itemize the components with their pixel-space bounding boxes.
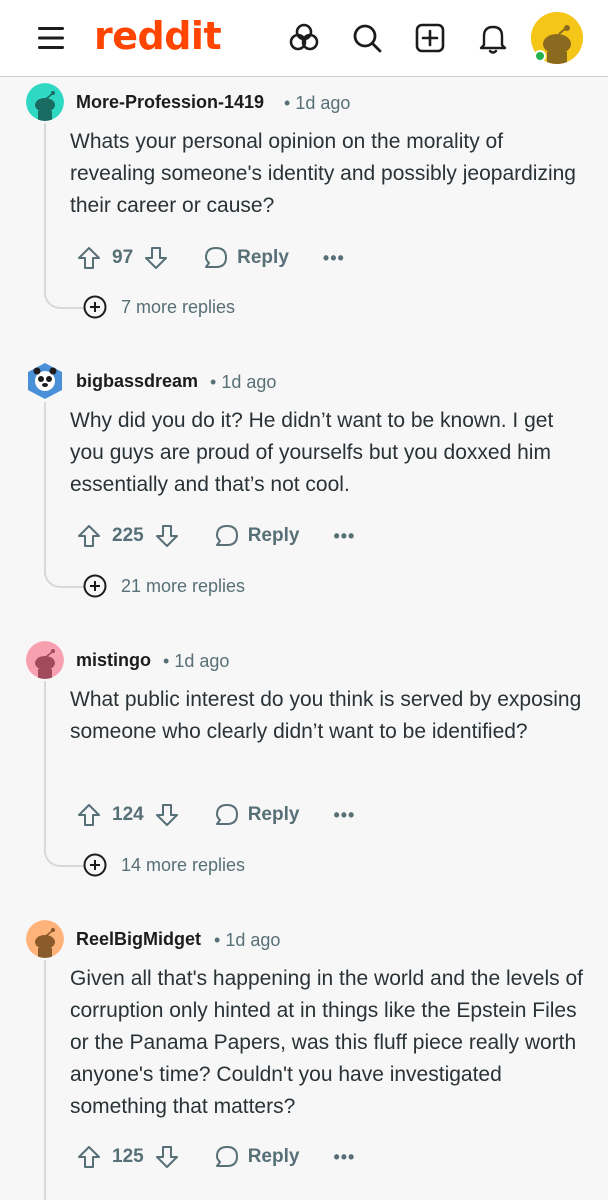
more-options-button[interactable]: •••: [333, 1148, 355, 1166]
expand-plus-icon: [83, 853, 107, 877]
notifications-icon[interactable]: [475, 20, 511, 56]
vote-count: 124: [112, 804, 144, 825]
online-status-dot: [534, 50, 546, 62]
upvote-icon[interactable]: [76, 1144, 102, 1170]
avatar[interactable]: [26, 641, 64, 679]
comment: bigbassdream • 1d ago Why did you do it?…: [0, 362, 608, 602]
search-icon[interactable]: [349, 20, 385, 56]
comment-author[interactable]: More-Profession-1419: [76, 92, 264, 113]
reddit-logo[interactable]: reddit: [94, 14, 222, 58]
comment-author[interactable]: mistingo: [76, 650, 151, 671]
avatar[interactable]: [26, 83, 64, 121]
top-app-bar: reddit: [0, 0, 608, 77]
reply-icon: [215, 804, 238, 825]
vote-count: 225: [112, 525, 144, 546]
comment: ReelBigMidget • 1d ago Given all that's …: [0, 920, 608, 1200]
reply-icon: [215, 525, 238, 546]
thread-connector: [44, 289, 84, 309]
thread-line[interactable]: [44, 960, 46, 1200]
more-replies-button[interactable]: 14 more replies: [83, 853, 245, 877]
vote-count: 125: [112, 1146, 144, 1167]
comment-body: Whats your personal opinion on the moral…: [70, 130, 576, 217]
menu-icon[interactable]: [36, 24, 66, 52]
more-replies-button[interactable]: 21 more replies: [83, 574, 245, 598]
downvote-icon[interactable]: [154, 802, 180, 828]
more-replies-button[interactable]: 7 more replies: [83, 295, 235, 319]
thread-line[interactable]: [44, 681, 46, 855]
comment-body: Why did you do it? He didn’t want to be …: [70, 409, 554, 496]
comment-author[interactable]: ReelBigMidget: [76, 929, 201, 950]
more-options-button[interactable]: •••: [323, 249, 345, 267]
comment: mistingo • 1d ago What public interest d…: [0, 641, 608, 881]
reply-button[interactable]: Reply: [214, 1144, 299, 1170]
reply-icon: [215, 1146, 238, 1167]
reply-icon: [205, 247, 228, 268]
reply-button[interactable]: Reply: [214, 523, 299, 549]
reply-button[interactable]: Reply: [214, 802, 299, 828]
comment-author[interactable]: bigbassdream: [76, 371, 198, 392]
explore-icon[interactable]: [286, 20, 322, 56]
avatar[interactable]: [26, 920, 64, 958]
thread-line[interactable]: [44, 402, 46, 576]
thread-connector: [44, 568, 84, 588]
more-options-button[interactable]: •••: [333, 806, 355, 824]
avatar[interactable]: [26, 362, 64, 400]
reply-button[interactable]: Reply: [203, 245, 289, 271]
vote-count: 97: [112, 247, 134, 268]
comment-timestamp: • 1d ago: [210, 372, 277, 392]
comment-body: Given all that's happening in the world …: [70, 967, 584, 1118]
downvote-icon[interactable]: [154, 523, 180, 549]
upvote-icon[interactable]: [76, 523, 102, 549]
downvote-icon[interactable]: [154, 1144, 180, 1170]
thread-connector: [44, 847, 84, 867]
more-options-button[interactable]: •••: [333, 527, 355, 545]
comment-timestamp: • 1d ago: [163, 651, 230, 671]
create-post-icon[interactable]: [412, 20, 448, 56]
expand-plus-icon: [83, 574, 107, 598]
upvote-icon[interactable]: [76, 802, 102, 828]
upvote-icon[interactable]: [76, 245, 102, 271]
comment-timestamp: • 1d ago: [214, 930, 281, 950]
comment-body: What public interest do you think is ser…: [70, 688, 582, 743]
expand-plus-icon: [83, 295, 107, 319]
thread-line[interactable]: [44, 123, 46, 297]
downvote-icon[interactable]: [143, 245, 169, 271]
comment: More-Profession-1419 • 1d ago Whats your…: [0, 83, 608, 323]
comment-timestamp: • 1d ago: [284, 93, 351, 113]
